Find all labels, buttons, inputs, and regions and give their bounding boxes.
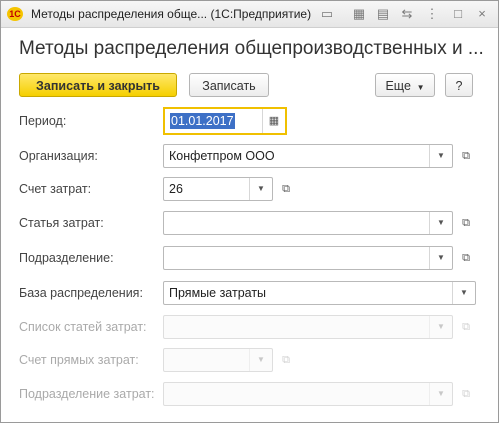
open-icon[interactable]: ⧉ [455, 246, 477, 270]
open-icon: ⧉ [462, 388, 470, 400]
link-icon[interactable]: ⇆ [399, 6, 415, 22]
period-value: 01.01.2017 [170, 113, 235, 129]
department-label: Подразделение: [19, 251, 114, 265]
dropdown-arrow-icon[interactable]: ▼ [452, 282, 475, 304]
help-button[interactable]: ? [445, 73, 473, 97]
calendar-icon[interactable]: ▤ [375, 6, 391, 22]
cost-account-label: Счет затрат: [19, 182, 92, 196]
organization-label: Организация: [19, 149, 98, 163]
dropdown-arrow-icon: ▼ [429, 316, 452, 338]
dropdown-arrow-icon[interactable]: ▼ [249, 178, 272, 200]
print-icon[interactable]: ▭ [319, 6, 335, 22]
period-field[interactable]: 01.01.2017 ▦ [163, 107, 287, 135]
cost-items-list-label: Список статей затрат: [19, 320, 147, 334]
cost-account-value: 26 [169, 182, 183, 196]
distribution-base-label: База распределения: [19, 286, 143, 300]
open-icon[interactable]: ⧉ [275, 177, 297, 201]
menu-icon[interactable]: ⋮ [424, 6, 440, 22]
open-icon: ⧉ [282, 354, 290, 366]
direct-cost-account-field: ▼ [163, 348, 273, 372]
window-title: Методы распределения обще... (1С:Предпри… [31, 7, 312, 21]
cost-account-field[interactable]: 26 ▼ [163, 177, 273, 201]
maximize-icon[interactable]: □ [450, 6, 466, 22]
distribution-base-value: Прямые затраты [169, 286, 267, 300]
calendar-icon[interactable]: ▦ [262, 109, 285, 133]
open-icon: ⧉ [462, 321, 470, 333]
title-bar: 1С Методы распределения обще... (1С:Пред… [1, 1, 498, 28]
dropdown-arrow-icon[interactable]: ▼ [429, 247, 452, 269]
organization-value: Конфетпром ООО [169, 149, 275, 163]
dropdown-arrow-icon[interactable]: ▼ [429, 212, 452, 234]
dropdown-arrow-icon: ▼ [249, 349, 272, 371]
cost-item-field[interactable]: ▼ [163, 211, 453, 235]
save-button[interactable]: Записать [189, 73, 269, 97]
distribution-base-field[interactable]: Прямые затраты ▼ [163, 281, 476, 305]
close-icon[interactable]: × [474, 6, 490, 22]
more-label: Еще [385, 79, 411, 93]
open-icon[interactable]: ⧉ [455, 144, 477, 168]
organization-field[interactable]: Конфетпром ООО ▼ [163, 144, 453, 168]
department-field[interactable]: ▼ [163, 246, 453, 270]
dropdown-arrow-icon: ▼ [429, 383, 452, 405]
cost-department-field: ▼ [163, 382, 453, 406]
more-menu-button[interactable]: Еще ▼ [375, 73, 435, 97]
dropdown-arrow-icon[interactable]: ▼ [429, 145, 452, 167]
app-logo-icon: 1С [7, 7, 23, 21]
cost-department-label: Подразделение затрат: [19, 387, 155, 401]
page-title: Методы распределения общепроизводственны… [19, 38, 484, 59]
spreadsheet-icon[interactable]: ▦ [351, 6, 367, 22]
save-and-close-button[interactable]: Записать и закрыть [19, 73, 177, 97]
form-window: 1С Методы распределения обще... (1С:Пред… [0, 0, 499, 423]
period-label: Период: [19, 114, 67, 128]
cost-item-label: Статья затрат: [19, 216, 104, 230]
open-icon[interactable]: ⧉ [455, 211, 477, 235]
chevron-down-icon: ▼ [414, 83, 425, 92]
direct-cost-account-label: Счет прямых затрат: [19, 353, 139, 367]
cost-items-list-field: ▼ [163, 315, 453, 339]
